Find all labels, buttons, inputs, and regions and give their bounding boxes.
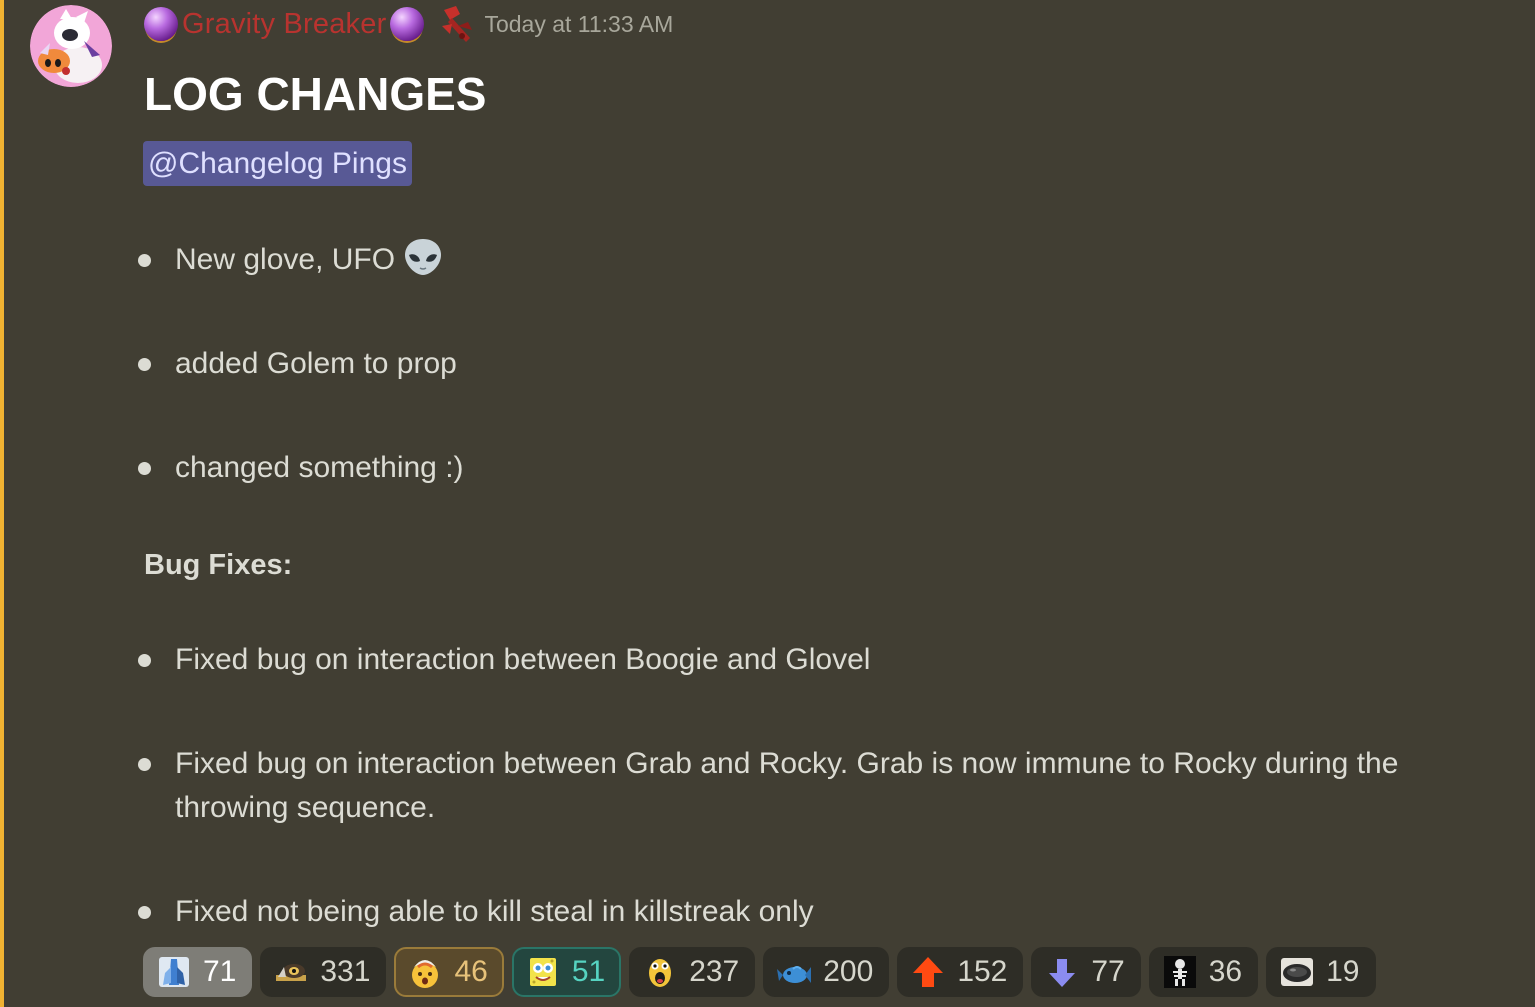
change-item-text: added Golem to prop <box>175 347 457 380</box>
bullet-dot <box>138 462 151 475</box>
bullet-dot <box>138 906 151 919</box>
reaction-count: 331 <box>320 955 371 988</box>
bullet-dot <box>138 254 151 267</box>
skeleton-icon <box>1163 955 1197 989</box>
reaction-button[interactable]: 51 <box>511 947 622 997</box>
change-item-text: changed something :) <box>175 451 464 484</box>
frying-pan-icon <box>1280 955 1314 989</box>
reaction-button[interactable]: 331 <box>260 947 387 997</box>
bullet-dot <box>138 358 151 371</box>
message-header: Gravity Breaker Today at 11:33 AM <box>144 0 673 48</box>
crystal-ball-icon <box>144 7 178 41</box>
message-title: LOG CHANGES <box>144 68 487 120</box>
reaction-button[interactable]: 237 <box>629 947 756 997</box>
message-highlight-bar <box>0 0 4 1007</box>
reaction-button[interactable]: 46 <box>394 947 504 997</box>
blue-figure-icon <box>157 955 191 989</box>
cat-eye-icon <box>274 955 308 989</box>
message-timestamp[interactable]: Today at 11:33 AM <box>484 11 673 38</box>
bugfix-item-text: Fixed not being able to kill steal in ki… <box>175 895 814 928</box>
bugfix-item-text: Fixed bug on interaction between Boogie … <box>175 643 871 676</box>
reaction-count: 46 <box>454 955 488 988</box>
bugfix-heading: Bug Fixes: <box>144 549 293 581</box>
fish-icon <box>777 955 812 989</box>
reaction-bar: 71 331 46 51 237 200 152 77 36 19 <box>143 947 1376 997</box>
reaction-count: 200 <box>823 955 874 988</box>
reaction-button[interactable]: 152 <box>897 947 1024 997</box>
author-name[interactable]: Gravity Breaker <box>182 8 386 41</box>
reaction-count: 152 <box>957 955 1008 988</box>
bugfix-item: Fixed not being able to kill steal in ki… <box>138 890 814 934</box>
alien-icon <box>401 235 445 279</box>
red-hammer-icon[interactable] <box>438 4 476 44</box>
bullet-dot <box>138 654 151 667</box>
up-arrow-icon <box>911 955 945 989</box>
reaction-count: 36 <box>1208 955 1243 988</box>
reaction-button[interactable]: 36 <box>1148 947 1259 997</box>
reaction-button[interactable]: 200 <box>763 947 890 997</box>
role-mention[interactable]: @Changelog Pings <box>143 141 412 186</box>
reaction-count: 19 <box>1326 955 1360 988</box>
bullet-dot <box>138 758 151 771</box>
reaction-button[interactable]: 77 <box>1031 947 1141 997</box>
exploding-head-icon <box>408 955 442 989</box>
change-item: New glove, UFO <box>138 238 445 283</box>
reaction-button[interactable]: 71 <box>143 947 253 997</box>
bugfix-item-text: Fixed bug on interaction between Grab an… <box>175 747 1399 824</box>
author-avatar[interactable] <box>30 5 112 87</box>
reaction-button[interactable]: 19 <box>1266 947 1376 997</box>
reaction-count: 77 <box>1091 955 1125 988</box>
bugfix-item: Fixed bug on interaction between Grab an… <box>138 742 1445 830</box>
change-item: changed something :) <box>138 446 464 490</box>
change-item: added Golem to prop <box>138 342 457 386</box>
bugfix-item: Fixed bug on interaction between Boogie … <box>138 638 870 682</box>
change-item-text: New glove, UFO <box>175 243 396 276</box>
crystal-ball-icon <box>390 7 425 41</box>
reaction-count: 71 <box>203 955 237 988</box>
down-arrow-icon <box>1045 955 1079 989</box>
shocked-face-icon <box>643 955 677 989</box>
reaction-count: 51 <box>571 955 606 988</box>
spongebob-icon <box>526 955 560 989</box>
reaction-count: 237 <box>689 955 740 988</box>
